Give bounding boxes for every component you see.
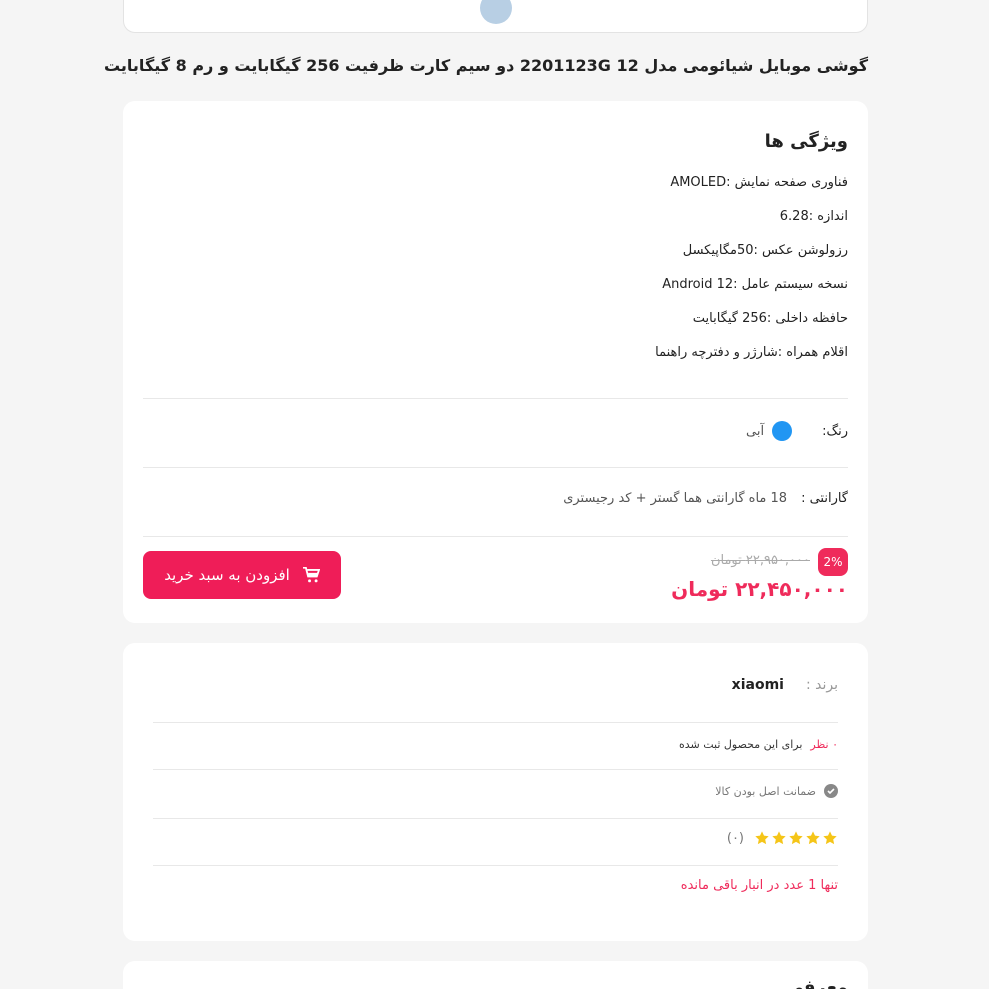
color-option-blue[interactable] bbox=[772, 421, 793, 441]
divider bbox=[153, 769, 838, 770]
divider bbox=[143, 398, 848, 399]
warranty-value: 18 ماه گارانتی هما گستر + کد رجیستری bbox=[563, 491, 788, 506]
feature-item: فناوری صفحه نمایش :AMOLED bbox=[670, 175, 848, 190]
divider bbox=[143, 536, 848, 537]
features-list: فناوری صفحه نمایش :AMOLED اندازه :6.28 ر… bbox=[655, 173, 848, 377]
discount-badge: 2% bbox=[818, 548, 848, 576]
description-card: معرفی bbox=[123, 961, 868, 989]
rating-stars bbox=[754, 830, 838, 846]
feature-item: اندازه :6.28 bbox=[779, 209, 848, 224]
warranty-label: گارانتی : bbox=[801, 491, 848, 506]
guarantee-text: ضمانت اصل بودن کالا bbox=[715, 784, 816, 798]
feature-item: نسخه سیستم عامل :Android 12 bbox=[662, 277, 848, 292]
description-title: معرفی bbox=[785, 977, 849, 989]
guarantee-row: ضمانت اصل بودن کالا bbox=[715, 784, 838, 798]
divider bbox=[153, 818, 838, 819]
check-circle-icon bbox=[824, 784, 838, 798]
star-icon bbox=[806, 831, 820, 845]
product-info-card: برند : xiaomi ۰ نظر برای این محصول ثبت ش… bbox=[123, 643, 868, 941]
feature-item: حافظه داخلی :256 گیگابایت bbox=[692, 311, 848, 326]
brand-label: برند : bbox=[805, 677, 838, 693]
feature-item: اقلام همراه :شارژر و دفترچه راهنما bbox=[655, 345, 848, 360]
comments-count-link[interactable]: ۰ نظر bbox=[810, 738, 838, 751]
product-title: گوشی موبایل شیائومی مدل 12 2201123G دو س… bbox=[103, 56, 868, 75]
current-price: ۲۲,۴۵۰,۰۰۰ تومان bbox=[671, 577, 848, 601]
divider bbox=[153, 722, 838, 723]
stock-notice: تنها 1 عدد در انبار باقی مانده bbox=[680, 878, 838, 893]
divider bbox=[153, 865, 838, 866]
star-icon bbox=[789, 831, 803, 845]
cart-icon bbox=[302, 566, 321, 583]
comments-text: برای این محصول ثبت شده bbox=[679, 738, 803, 751]
color-name: آبی bbox=[746, 423, 765, 439]
features-title: ویژگی ها bbox=[764, 131, 848, 152]
star-icon bbox=[772, 831, 786, 845]
divider bbox=[143, 467, 848, 468]
star-icon bbox=[755, 831, 769, 845]
comments-row: ۰ نظر برای این محصول ثبت شده bbox=[679, 738, 838, 751]
brand-link[interactable]: xiaomi bbox=[732, 677, 784, 693]
add-to-cart-button[interactable]: افزودن به سبد خرید bbox=[143, 551, 341, 599]
brand-row: برند : xiaomi bbox=[732, 677, 838, 693]
color-swatch-selected[interactable] bbox=[480, 0, 512, 24]
feature-item: رزولوشن عکس :50مگاپیکسل bbox=[682, 243, 848, 258]
old-price: ۲۲,۹۵۰,۰۰۰ تومان bbox=[710, 553, 810, 568]
add-to-cart-label: افزودن به سبد خرید bbox=[164, 566, 290, 584]
star-icon bbox=[823, 831, 837, 845]
product-details-card: ویژگی ها فناوری صفحه نمایش :AMOLED انداز… bbox=[123, 101, 868, 623]
rating-row: (۰) bbox=[727, 830, 838, 846]
warranty-row: گارانتی : 18 ماه گارانتی هما گستر + کد ر… bbox=[563, 491, 848, 506]
color-label: رنگ: bbox=[822, 423, 848, 439]
color-selector-card bbox=[123, 0, 868, 33]
color-row: رنگ: آبی bbox=[746, 421, 848, 441]
rating-count: (۰) bbox=[726, 830, 744, 846]
